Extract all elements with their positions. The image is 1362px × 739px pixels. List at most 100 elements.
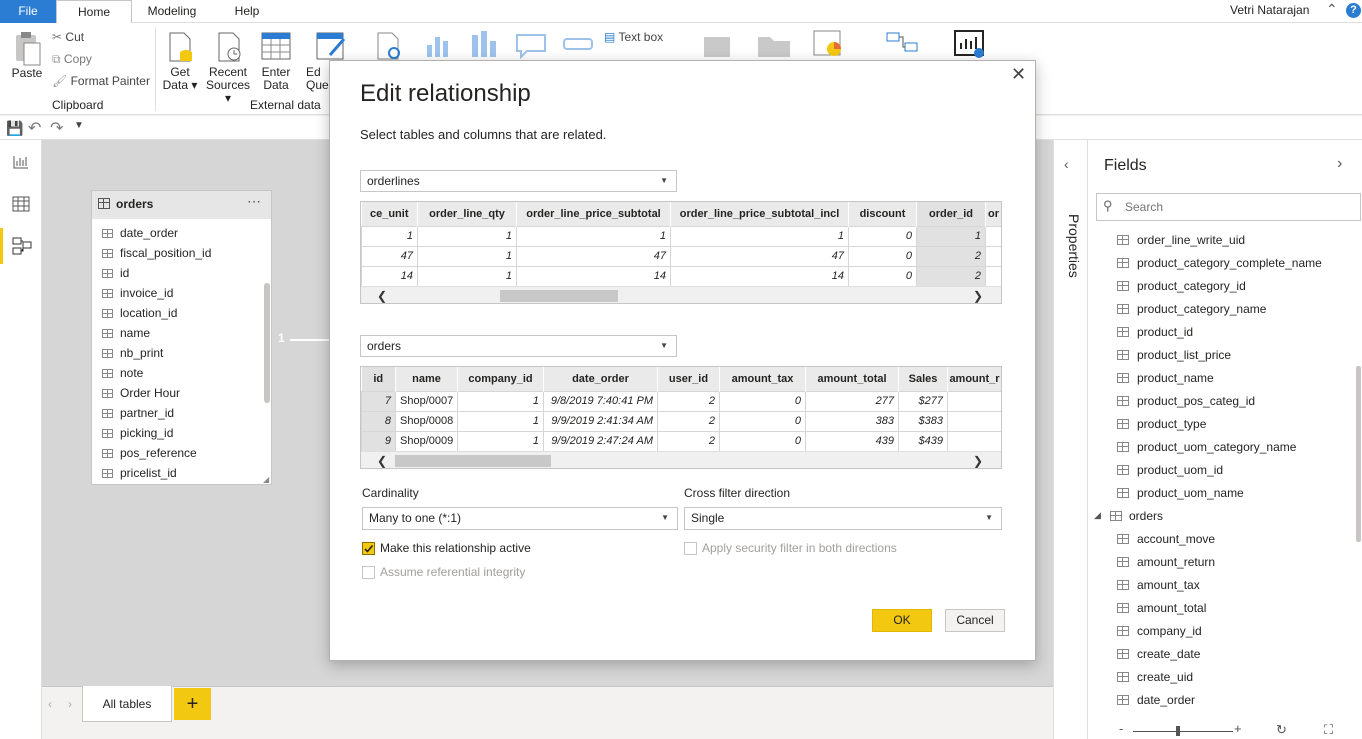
cut-button[interactable]: ✂ Cut [52,30,84,44]
reset-zoom-icon[interactable]: ↻ [1276,722,1287,738]
column-header[interactable]: date_order [543,367,658,391]
file-tab[interactable]: File [0,0,56,23]
fields-column-item[interactable]: order_line_write_uid [1137,229,1245,252]
fields-column-item[interactable]: product_category_id [1137,275,1246,298]
collapse-ribbon-icon[interactable]: ⌃ [1326,1,1338,18]
zoom-slider[interactable] [1133,731,1233,732]
tab-modeling[interactable]: Modeling [136,0,208,23]
fields-column-item[interactable]: product_pos_categ_id [1137,390,1255,413]
tab-help[interactable]: Help [222,0,272,23]
fields-column-item[interactable]: product_list_price [1137,344,1231,367]
table1-scrollbar[interactable]: ❮ ❯ [361,286,1001,303]
column-header[interactable]: Sales [898,367,948,391]
format-painter-button[interactable]: 🖌 Format Painter [52,74,150,88]
scroll-right-icon[interactable]: ❯ [973,287,983,303]
scroll-left-icon[interactable]: ❮ [377,287,387,303]
zoom-slider-thumb[interactable] [1176,726,1180,736]
column-header[interactable]: or [985,202,1001,226]
add-page-button[interactable]: + [174,688,211,720]
card-field[interactable]: invoice_id [102,283,173,303]
fields-column-item[interactable]: product_uom_name [1137,482,1244,505]
undo-icon[interactable]: ↶ [28,118,41,138]
relationship-line[interactable] [290,339,330,341]
paste-button[interactable]: Paste [10,67,44,80]
save-icon[interactable]: 💾 [6,120,23,137]
zoom-in-icon[interactable]: + [1234,721,1242,736]
fields-column-item[interactable]: product_uom_category_name [1137,436,1296,459]
model-view-icon[interactable] [12,237,32,255]
card-field[interactable]: note [102,363,143,383]
fields-column-item[interactable]: product_id [1137,321,1193,344]
customize-qat-icon[interactable]: ▼ [74,120,84,131]
scroll-left-icon[interactable]: ❮ [377,452,387,468]
card-field[interactable]: name [102,323,150,343]
card-field[interactable]: nb_print [102,343,163,363]
scroll-right-icon[interactable]: ❯ [973,452,983,468]
card-field[interactable]: date_order [102,223,178,243]
search-input[interactable] [1125,197,1355,217]
card-field[interactable]: Order Hour [102,383,180,403]
security-filter-checkbox[interactable] [684,542,697,555]
resize-handle-icon[interactable]: ◢ [263,475,269,484]
column-header[interactable]: amount_r [947,367,1001,391]
column-header[interactable]: user_id [657,367,720,391]
table2-scroll-thumb[interactable] [395,455,551,467]
fields-column-item[interactable]: amount_return [1137,551,1215,574]
edit-queries-button[interactable]: Ed Que [306,66,330,92]
card-scrollbar[interactable] [264,283,270,403]
text-box-button[interactable]: ▤ Text box [604,30,663,44]
copy-button[interactable]: ⧉ Copy [52,52,92,67]
table1-select[interactable]: orderlines ▼ [360,170,677,192]
card-field[interactable]: pricelist_id [102,463,177,483]
column-header[interactable]: order_line_qty [417,202,517,226]
fields-column-item[interactable]: product_name [1137,367,1214,390]
table2-scrollbar[interactable]: ❮ ❯ [361,451,1001,468]
column-header[interactable]: ce_unit [361,202,418,226]
fields-column-item[interactable]: create_date [1137,643,1200,666]
properties-label[interactable]: Properties [1066,214,1082,290]
collapse-table-icon[interactable]: ◢ [1094,510,1101,521]
next-page-icon[interactable]: › [68,697,72,711]
referential-integrity-checkbox[interactable] [362,566,375,579]
card-field[interactable]: fiscal_position_id [102,243,211,263]
column-header[interactable]: amount_tax [719,367,806,391]
fields-table-item[interactable]: orders [1129,505,1163,528]
fit-to-screen-icon[interactable]: ⛶ [1324,722,1333,738]
card-field[interactable]: pos_reference [102,443,197,463]
column-header[interactable]: id [361,367,396,391]
fields-column-item[interactable]: product_type [1137,413,1206,436]
fields-column-item[interactable]: product_category_complete_name [1137,252,1322,275]
fields-column-item[interactable]: date_order [1137,689,1195,712]
table2-select[interactable]: orders ▼ [360,335,677,357]
make-active-checkbox[interactable] [362,542,375,555]
card-field[interactable]: partner_id [102,403,174,423]
enter-data-button[interactable]: Enter Data [258,66,294,92]
fields-search[interactable]: ⚲ [1096,193,1361,221]
fields-column-item[interactable]: amount_tax [1137,574,1200,597]
zoom-out-icon[interactable]: - [1119,721,1123,736]
ok-button[interactable]: OK [872,609,932,632]
column-header[interactable]: order_line_price_subtotal [516,202,671,226]
table1-scroll-thumb[interactable] [500,290,618,302]
more-options-icon[interactable]: ⋯ [247,193,261,210]
cross-filter-select[interactable]: Single ▼ [684,507,1002,530]
redo-icon[interactable]: ↷ [50,118,63,138]
fields-column-item[interactable]: product_uom_id [1137,459,1223,482]
report-view-icon[interactable] [12,154,30,170]
fields-column-item[interactable]: company_id [1137,620,1202,643]
card-field[interactable]: id [102,263,129,283]
fields-column-item[interactable]: amount_total [1137,597,1206,620]
collapse-properties-icon[interactable]: ‹ [1064,156,1069,172]
fields-scrollbar[interactable] [1356,366,1361,542]
get-data-button[interactable]: Get Data ▾ [160,66,200,92]
recent-sources-button[interactable]: Recent Sources ▾ [202,66,254,105]
orders-table-card[interactable]: orders ⋯ date_order fiscal_position_id id i… [91,190,272,485]
fields-column-item[interactable]: create_uid [1137,666,1193,689]
card-field[interactable]: picking_id [102,423,173,443]
fields-column-item[interactable]: product_category_name [1137,298,1266,321]
column-header[interactable]: discount [848,202,917,226]
card-field[interactable]: location_id [102,303,177,323]
cardinality-select[interactable]: Many to one (*:1) ▼ [362,507,678,530]
column-header[interactable]: name [395,367,458,391]
column-header[interactable]: company_id [457,367,544,391]
